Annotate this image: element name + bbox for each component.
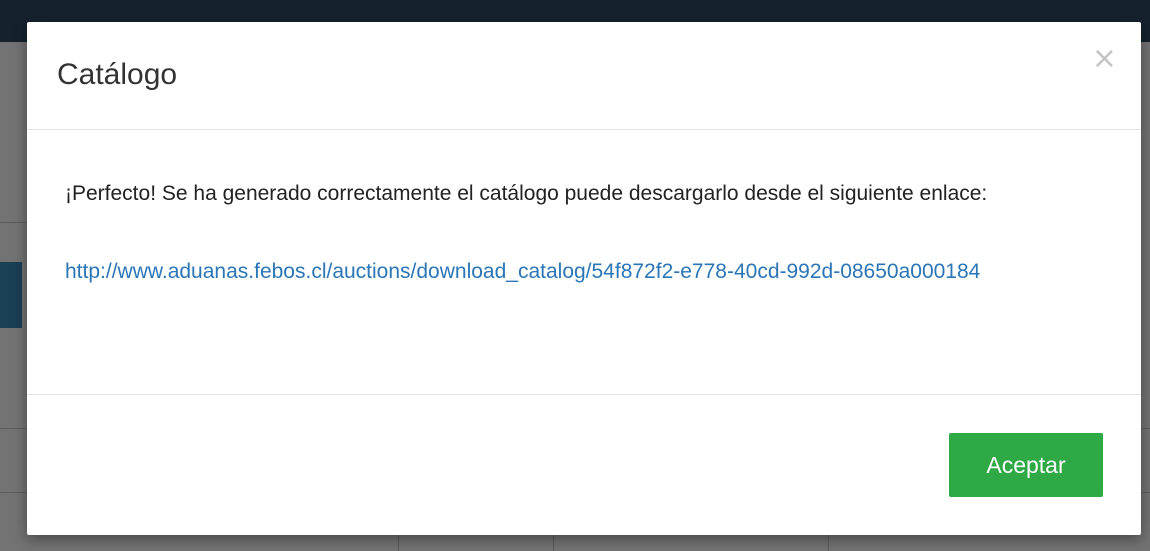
close-icon[interactable]: × bbox=[1092, 44, 1117, 74]
catalog-modal: Catálogo × ¡Perfecto! Se ha generado cor… bbox=[27, 22, 1141, 535]
page: Catálogo × ¡Perfecto! Se ha generado cor… bbox=[0, 0, 1150, 551]
modal-header: Catálogo × bbox=[27, 22, 1141, 130]
modal-body: ¡Perfecto! Se ha generado correctamente … bbox=[27, 130, 1141, 395]
success-message: ¡Perfecto! Se ha generado correctamente … bbox=[65, 182, 988, 205]
modal-title: Catálogo bbox=[57, 58, 178, 91]
modal-footer: Aceptar bbox=[27, 395, 1141, 535]
accept-button[interactable]: Aceptar bbox=[949, 433, 1103, 497]
download-catalog-link[interactable]: http://www.aduanas.febos.cl/auctions/dow… bbox=[65, 256, 1065, 288]
